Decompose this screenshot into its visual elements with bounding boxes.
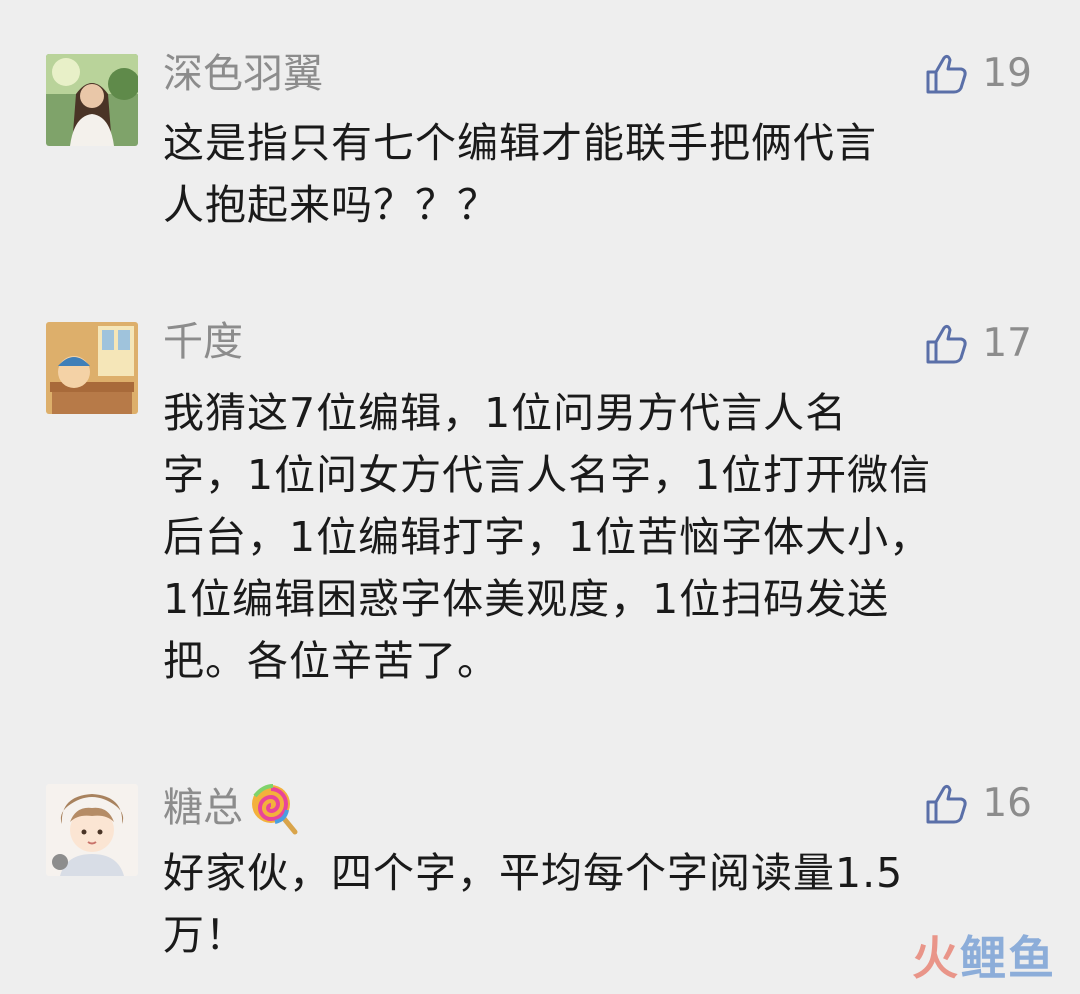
watermark-part1: 火 <box>912 931 960 985</box>
comment-text-line: 字，1位问女方代言人名字，1位打开微信 <box>163 451 932 499</box>
nickname-text: 糖总 <box>163 785 243 831</box>
watermark: 火鲤鱼 <box>912 922 1056 988</box>
comment-text: 这是指只有七个编辑才能联手把俩代言 人抱起来吗？？？ <box>163 112 1043 236</box>
like-count: 17 <box>982 321 1032 366</box>
comment-text-line: 人抱起来吗？？？ <box>163 181 499 229</box>
avatar[interactable] <box>46 322 138 414</box>
comment-text-line: 万！ <box>163 911 247 959</box>
avatar[interactable] <box>46 54 138 146</box>
comment-nickname: 千度 <box>163 319 243 365</box>
comment-text-line: 1位编辑困惑字体美观度，1位扫码发送 <box>163 575 890 623</box>
comment-text-line: 后台，1位编辑打字，1位苦恼字体大小， <box>163 513 932 561</box>
comment-nickname: 深色羽翼 <box>163 51 323 97</box>
like-button[interactable]: 16 <box>924 780 1032 828</box>
thumbs-up-icon <box>926 784 968 824</box>
thumbs-up-icon <box>926 324 968 364</box>
comment-text-line: 我猜这7位编辑，1位问男方代言人名 <box>163 389 848 437</box>
like-count: 19 <box>982 51 1032 96</box>
like-count: 16 <box>982 781 1032 826</box>
comment-nickname: 糖总 <box>163 780 303 836</box>
comment-text-line: 把。各位辛苦了。 <box>163 637 499 685</box>
comment-text: 我猜这7位编辑，1位问男方代言人名 字，1位问女方代言人名字，1位打开微信 后台… <box>163 382 1043 692</box>
thumbs-up-icon <box>926 54 968 94</box>
watermark-part2: 鲤鱼 <box>960 931 1056 985</box>
like-button[interactable]: 19 <box>924 50 1032 98</box>
avatar[interactable] <box>46 784 138 876</box>
comment-text-line: 这是指只有七个编辑才能联手把俩代言 <box>163 119 877 167</box>
like-button[interactable]: 17 <box>924 320 1032 368</box>
comment-text: 好家伙，四个字，平均每个字阅读量1.5 万！ <box>163 842 1043 966</box>
comment-text-line: 好家伙，四个字，平均每个字阅读量1.5 <box>163 849 904 897</box>
lollipop-icon <box>252 784 298 835</box>
